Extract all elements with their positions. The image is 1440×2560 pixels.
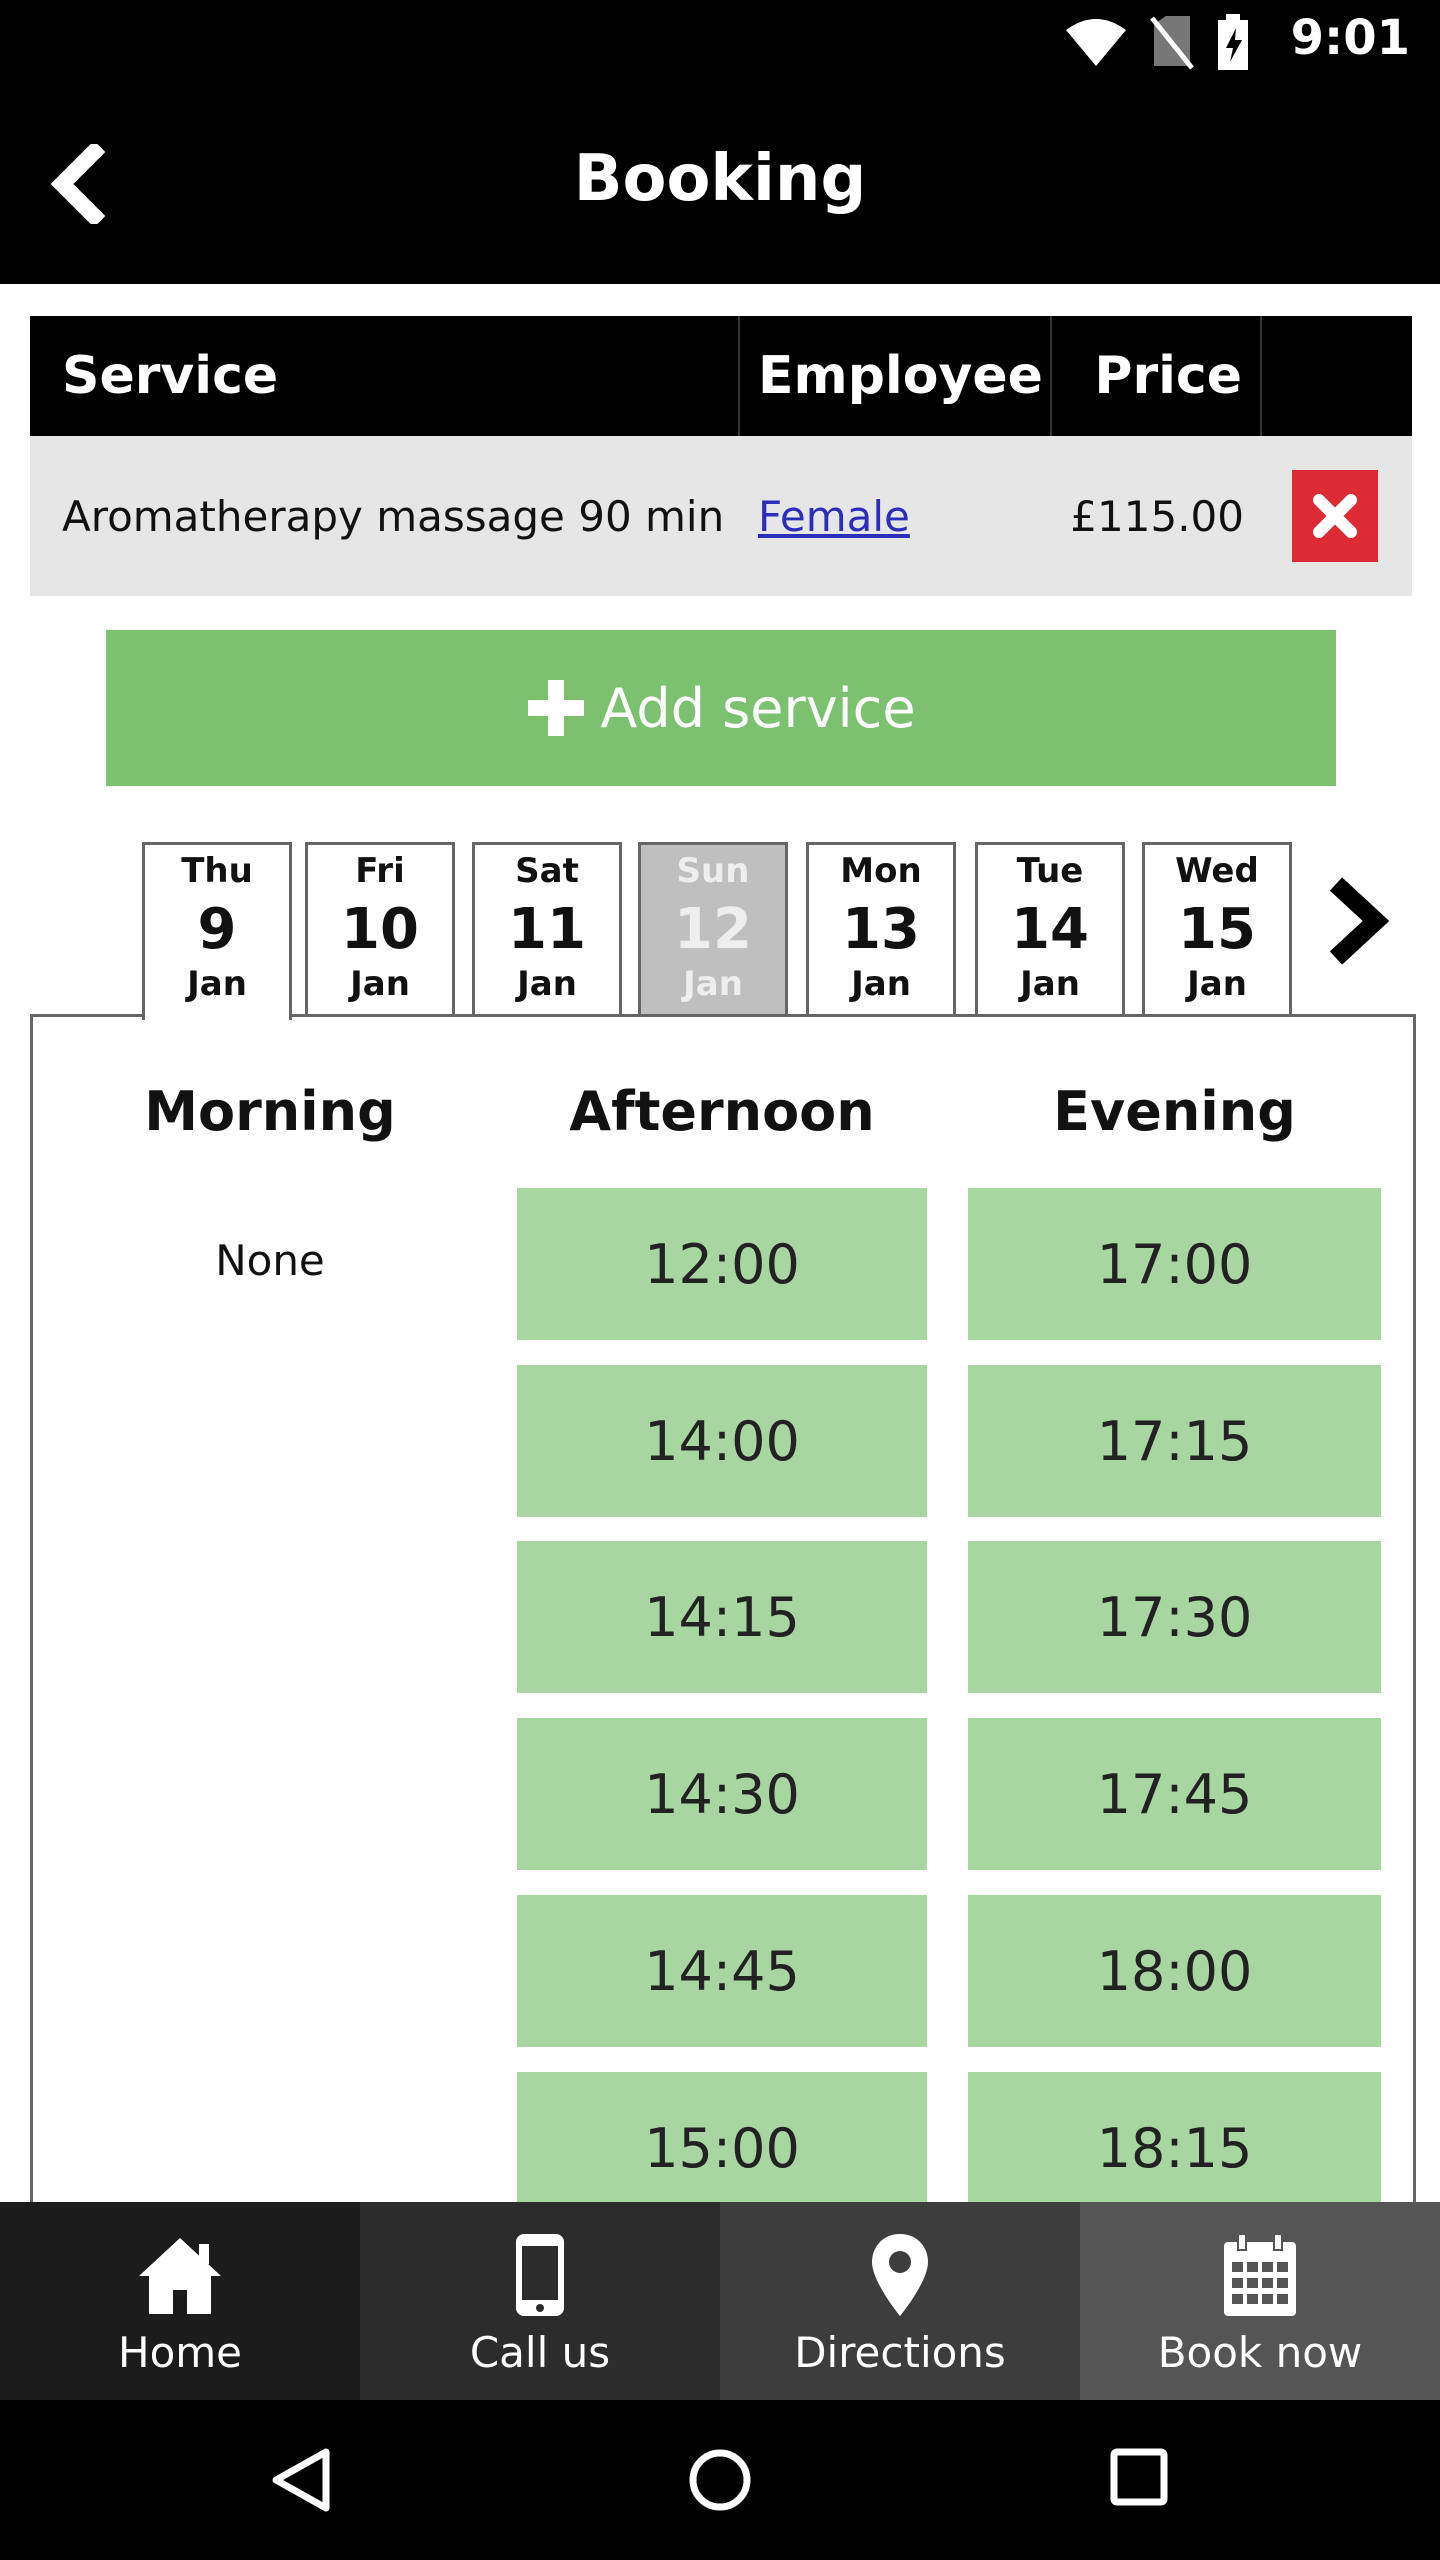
- nav-directions[interactable]: Directions: [720, 2202, 1080, 2400]
- home-circle-icon[interactable]: [686, 2446, 754, 2514]
- add-service-button[interactable]: Add service: [106, 630, 1336, 786]
- nav-home[interactable]: Home: [0, 2202, 360, 2400]
- status-bar: 9:01: [0, 0, 1440, 84]
- time-slot-button[interactable]: 17:30: [968, 1541, 1381, 1693]
- home-icon: [139, 2238, 221, 2314]
- next-week-icon[interactable]: [1322, 876, 1392, 966]
- date-tab-month: Jan: [350, 964, 410, 1004]
- back-triangle-icon[interactable]: [268, 2446, 334, 2514]
- date-tab-month: Jan: [683, 964, 743, 1004]
- status-icons: [1064, 14, 1250, 70]
- phone-icon: [516, 2234, 564, 2316]
- date-tab-day: 13: [842, 897, 920, 962]
- date-tab-dow: Sun: [676, 851, 750, 891]
- date-tab: Sun 12 Jan: [638, 842, 788, 1014]
- time-slot-button[interactable]: 18:00: [968, 1895, 1381, 2047]
- time-slot-button[interactable]: 17:00: [968, 1188, 1381, 1340]
- employee-link-text[interactable]: Female: [758, 492, 910, 541]
- date-tab-month: Jan: [1187, 964, 1247, 1004]
- morning-heading: Morning: [144, 1080, 396, 1143]
- page-title: Booking: [573, 142, 867, 216]
- date-tab-dow: Sat: [515, 851, 579, 891]
- app-header: Booking: [0, 84, 1440, 284]
- nav-call-us[interactable]: Call us: [360, 2202, 720, 2400]
- no-sim-icon: [1150, 16, 1194, 70]
- date-tab-dow: Tue: [1016, 851, 1084, 891]
- header-employee: Employee: [740, 316, 1052, 436]
- service-name: Aromatherapy massage 90 min: [62, 491, 725, 541]
- date-tab-month: Jan: [1020, 964, 1080, 1004]
- service-table-header: Service Employee Price: [30, 316, 1412, 436]
- nav-call-us-label: Call us: [469, 2328, 611, 2377]
- add-service-label: Add service: [600, 676, 916, 740]
- date-tab-day: 10: [341, 897, 419, 962]
- date-tab-dow: Mon: [840, 851, 922, 891]
- time-slot-button[interactable]: 14:30: [517, 1718, 927, 1870]
- service-row: Aromatherapy massage 90 min Female £115.…: [30, 436, 1412, 596]
- header-price: Price: [1052, 316, 1262, 436]
- date-tab[interactable]: Sat 11 Jan: [472, 842, 622, 1014]
- date-tab-day: 15: [1178, 897, 1256, 962]
- bottom-nav: Home Call us Directions Book now: [0, 2202, 1440, 2400]
- time-slot-button[interactable]: 14:15: [517, 1541, 927, 1693]
- date-tab-day: 12: [674, 897, 752, 962]
- date-tab-month: Jan: [517, 964, 577, 1004]
- service-price: £115.00: [1070, 491, 1244, 541]
- date-tab-dow: Fri: [355, 851, 405, 891]
- date-tab-day: 11: [508, 897, 586, 962]
- close-icon: [1313, 494, 1357, 538]
- date-tab[interactable]: Mon 13 Jan: [806, 842, 956, 1014]
- date-tab-dow: Thu: [181, 851, 253, 891]
- system-nav-bar: [0, 2400, 1440, 2560]
- date-tab-day: 9: [197, 897, 237, 962]
- morning-none-text: None: [215, 1236, 325, 1285]
- date-tab-dow: Wed: [1175, 851, 1259, 891]
- time-slot-button[interactable]: 17:15: [968, 1365, 1381, 1517]
- remove-cell: [1262, 470, 1412, 562]
- battery-icon: [1218, 14, 1248, 70]
- employee-link[interactable]: Female: [740, 492, 1052, 541]
- calendar-icon: [1224, 2233, 1296, 2316]
- header-service: Service: [30, 316, 740, 436]
- time-slot-button[interactable]: 14:00: [517, 1365, 927, 1517]
- evening-heading: Evening: [1053, 1080, 1296, 1143]
- time-slot-button[interactable]: 12:00: [517, 1188, 927, 1340]
- service-table: Service Employee Price Aromatherapy mass…: [30, 316, 1412, 596]
- time-slot-button[interactable]: 14:45: [517, 1895, 927, 2047]
- date-tab-month: Jan: [187, 964, 247, 1004]
- nav-book-now[interactable]: Book now: [1080, 2202, 1440, 2400]
- map-pin-icon: [872, 2234, 928, 2316]
- date-tab[interactable]: Tue 14 Jan: [975, 842, 1125, 1014]
- date-tab[interactable]: Fri 10 Jan: [305, 842, 455, 1014]
- date-tab[interactable]: Thu 9 Jan: [142, 842, 292, 1020]
- recents-square-icon[interactable]: [1108, 2446, 1170, 2508]
- nav-book-now-label: Book now: [1157, 2328, 1363, 2377]
- nav-directions-label: Directions: [794, 2328, 1006, 2377]
- header-action: [1262, 316, 1412, 436]
- date-tab-day: 14: [1011, 897, 1089, 962]
- nav-home-label: Home: [117, 2328, 243, 2377]
- date-tab[interactable]: Wed 15 Jan: [1142, 842, 1292, 1014]
- status-time: 9:01: [1290, 10, 1410, 66]
- wifi-icon: [1066, 19, 1126, 66]
- remove-service-button[interactable]: [1292, 470, 1378, 562]
- time-slot-button[interactable]: 17:45: [968, 1718, 1381, 1870]
- plus-icon: [528, 680, 585, 736]
- date-tab-month: Jan: [851, 964, 911, 1004]
- afternoon-heading: Afternoon: [569, 1080, 875, 1143]
